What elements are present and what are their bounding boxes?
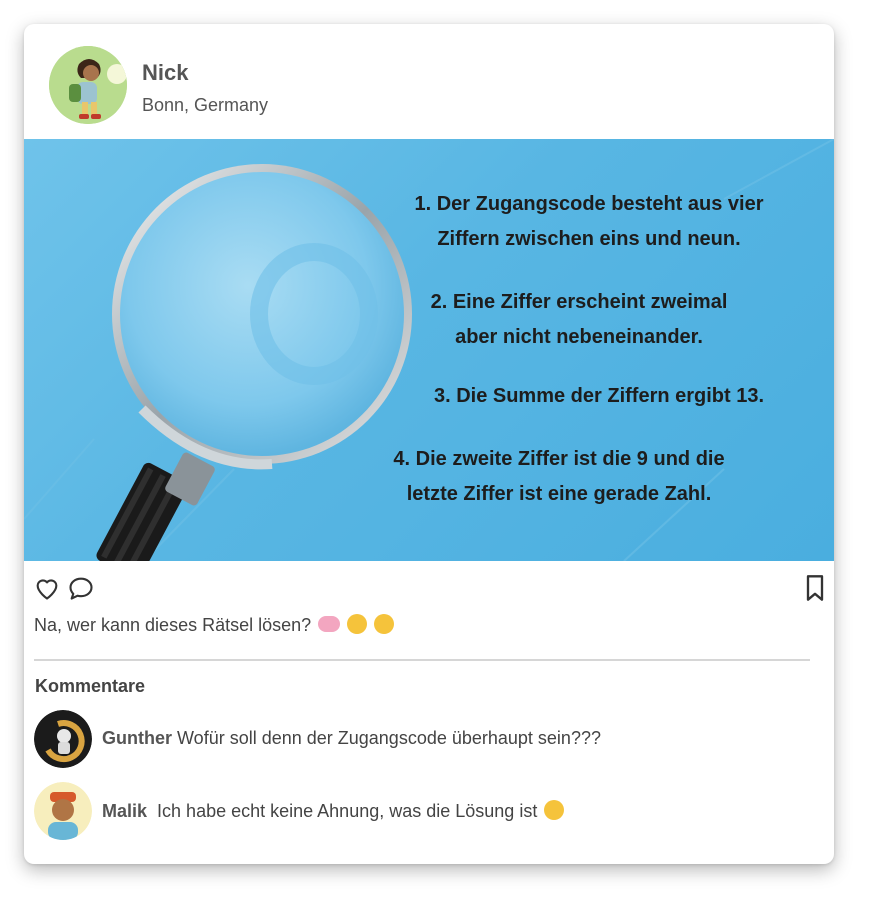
riddle-line-1b: Ziffern zwischen eins und neun. (437, 228, 741, 250)
post-image: 1. Der Zugangscode besteht aus vier Ziff… (24, 139, 834, 561)
heart-icon[interactable] (32, 573, 62, 603)
nerd-face-emoji (374, 614, 395, 634)
smiling-face-with-heart-eyes-emoji (544, 800, 565, 820)
brain-emoji (318, 616, 341, 632)
bookmark-icon[interactable] (800, 573, 830, 603)
user-location: Bonn, Germany (142, 95, 269, 115)
riddle-line-2a: 2. Eine Ziffer erscheint zweimal (430, 291, 728, 313)
comment-item: Gunther Wofür soll denn der Zugangscode … (34, 710, 814, 770)
comment-body: Wofür soll denn der Zugangscode überhaup… (177, 728, 601, 748)
riddle-line-2b: aber nicht nebeneinander. (455, 326, 703, 348)
riddle-line-1a: 1. Der Zugangscode besteht aus vier (414, 193, 764, 215)
post-caption: Na, wer kann dieses Rätsel lösen? (34, 614, 395, 636)
comment-icon[interactable] (66, 573, 96, 603)
commenter-avatar[interactable] (34, 782, 92, 840)
comment-item: Malik Ich habe echt keine Ahnung, was di… (34, 782, 814, 842)
monocle-face-emoji (347, 614, 368, 634)
comment-text: Malik Ich habe echt keine Ahnung, was di… (102, 800, 565, 822)
comments-title: Kommentare (35, 676, 146, 696)
caption-text: Na, wer kann dieses Rätsel lösen? (34, 615, 312, 635)
comment-text: Gunther Wofür soll denn der Zugangscode … (102, 728, 601, 749)
riddle-line-4a: 4. Die zweite Ziffer ist die 9 und die (393, 448, 725, 470)
riddle-line-3: 3. Die Summe der Ziffern ergibt 13. (433, 385, 765, 407)
user-avatar[interactable] (49, 46, 127, 124)
divider (34, 659, 810, 661)
comment-author[interactable]: Malik (102, 801, 147, 821)
user-name[interactable]: Nick (142, 60, 188, 86)
post-card: Nick Bonn, Germany 1. Der Zugangscode be… (24, 24, 834, 864)
riddle-line-4b: letzte Ziffer ist eine gerade Zahl. (406, 483, 712, 505)
comment-body: Ich habe echt keine Ahnung, was die Lösu… (157, 801, 538, 821)
post-actions (24, 561, 834, 601)
post-header: Nick Bonn, Germany (24, 24, 834, 139)
commenter-avatar[interactable] (34, 710, 92, 768)
comment-author[interactable]: Gunther (102, 728, 172, 748)
